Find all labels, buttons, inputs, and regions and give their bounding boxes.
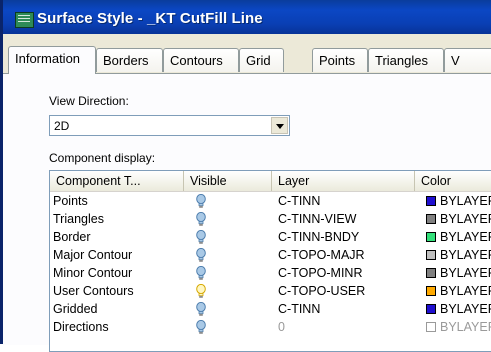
lightbulb-on-icon[interactable] xyxy=(196,229,206,245)
view-direction-value: 2D xyxy=(54,119,70,133)
tab-borders[interactable]: Borders xyxy=(96,48,163,72)
component-display-label: Component display: xyxy=(49,151,156,165)
lightbulb-off-icon[interactable] xyxy=(196,283,206,299)
color-name[interactable]: BYLAYER xyxy=(440,300,491,318)
component-display-table[interactable]: Component T... Visible Layer Color Point… xyxy=(49,170,491,352)
window-title: Surface Style - _KT CutFill Line xyxy=(37,10,263,27)
table-row[interactable]: Border C-TINN-BNDY BYLAYER xyxy=(50,228,491,246)
component-name: Border xyxy=(53,230,91,244)
color-swatch[interactable] xyxy=(426,304,436,314)
color-name[interactable]: BYLAYER xyxy=(440,228,491,246)
color-swatch[interactable] xyxy=(426,250,436,260)
color-name[interactable]: BYLAYER xyxy=(440,192,491,210)
component-name: Triangles xyxy=(53,212,104,226)
table-row[interactable]: User Contours C-TOPO-USER BYLAYER xyxy=(50,282,491,300)
view-direction-label: View Direction: xyxy=(49,94,129,108)
table-row[interactable]: Directions 0 BYLAYER xyxy=(50,318,491,336)
component-name: Minor Contour xyxy=(53,266,133,280)
color-name[interactable]: BYLAYER xyxy=(440,318,491,336)
chevron-down-icon[interactable] xyxy=(271,117,288,134)
component-name: Points xyxy=(53,194,88,208)
tab-v[interactable]: V xyxy=(444,48,491,72)
table-row[interactable]: Gridded C-TINN BYLAYER xyxy=(50,300,491,318)
table-row[interactable]: Triangles C-TINN-VIEW BYLAYER xyxy=(50,210,491,228)
component-name: Directions xyxy=(53,320,109,334)
color-name[interactable]: BYLAYER xyxy=(440,282,491,300)
color-swatch[interactable] xyxy=(426,232,436,242)
layer-name[interactable]: C-TINN xyxy=(278,300,414,318)
surface-style-dialog: Surface Style - _KT CutFill Line Informa… xyxy=(0,0,491,352)
layer-name[interactable]: C-TOPO-MINR xyxy=(278,264,414,282)
table-header: Component T... Visible Layer Color xyxy=(50,171,491,192)
color-swatch[interactable] xyxy=(426,196,436,206)
layer-name[interactable]: C-TINN xyxy=(278,192,414,210)
title-bar[interactable]: Surface Style - _KT CutFill Line xyxy=(3,0,491,34)
layer-name[interactable]: C-TOPO-MAJR xyxy=(278,246,414,264)
column-header-layer[interactable]: Layer xyxy=(272,171,415,191)
tab-contours[interactable]: Contours xyxy=(163,48,239,72)
component-name: Gridded xyxy=(53,302,98,316)
lightbulb-on-icon[interactable] xyxy=(196,301,206,317)
column-header-component-type[interactable]: Component T... xyxy=(50,171,184,191)
color-swatch[interactable] xyxy=(426,322,436,332)
color-name[interactable]: BYLAYER xyxy=(440,210,491,228)
tab-strip: Information Borders Contours Grid Points… xyxy=(3,46,491,74)
column-header-color[interactable]: Color xyxy=(415,171,491,191)
surface-style-icon xyxy=(15,12,34,28)
lightbulb-on-icon[interactable] xyxy=(196,211,206,227)
layer-name[interactable]: C-TOPO-USER xyxy=(278,282,414,300)
color-swatch[interactable] xyxy=(426,286,436,296)
color-swatch[interactable] xyxy=(426,268,436,278)
tab-triangles[interactable]: Triangles xyxy=(368,48,444,72)
lightbulb-on-icon[interactable] xyxy=(196,247,206,263)
component-name: Major Contour xyxy=(53,248,133,262)
table-row[interactable]: Points C-TINN BYLAYER xyxy=(50,192,491,210)
tab-information[interactable]: Information xyxy=(8,46,96,74)
lightbulb-on-icon[interactable] xyxy=(196,319,206,335)
tab-points[interactable]: Points xyxy=(312,48,368,72)
color-name[interactable]: BYLAYER xyxy=(440,264,491,282)
view-direction-select[interactable]: 2D xyxy=(49,115,290,136)
lightbulb-on-icon[interactable] xyxy=(196,265,206,281)
layer-name[interactable]: 0 xyxy=(278,318,414,336)
component-name: User Contours xyxy=(53,284,134,298)
table-row[interactable]: Major Contour C-TOPO-MAJR BYLAYER xyxy=(50,246,491,264)
layer-name[interactable]: C-TINN-VIEW xyxy=(278,210,414,228)
lightbulb-on-icon[interactable] xyxy=(196,193,206,209)
layer-name[interactable]: C-TINN-BNDY xyxy=(278,228,414,246)
color-swatch[interactable] xyxy=(426,214,436,224)
tab-grid[interactable]: Grid xyxy=(239,48,284,72)
color-name[interactable]: BYLAYER xyxy=(440,246,491,264)
table-row[interactable]: Minor Contour C-TOPO-MINR BYLAYER xyxy=(50,264,491,282)
column-header-visible[interactable]: Visible xyxy=(184,171,272,191)
